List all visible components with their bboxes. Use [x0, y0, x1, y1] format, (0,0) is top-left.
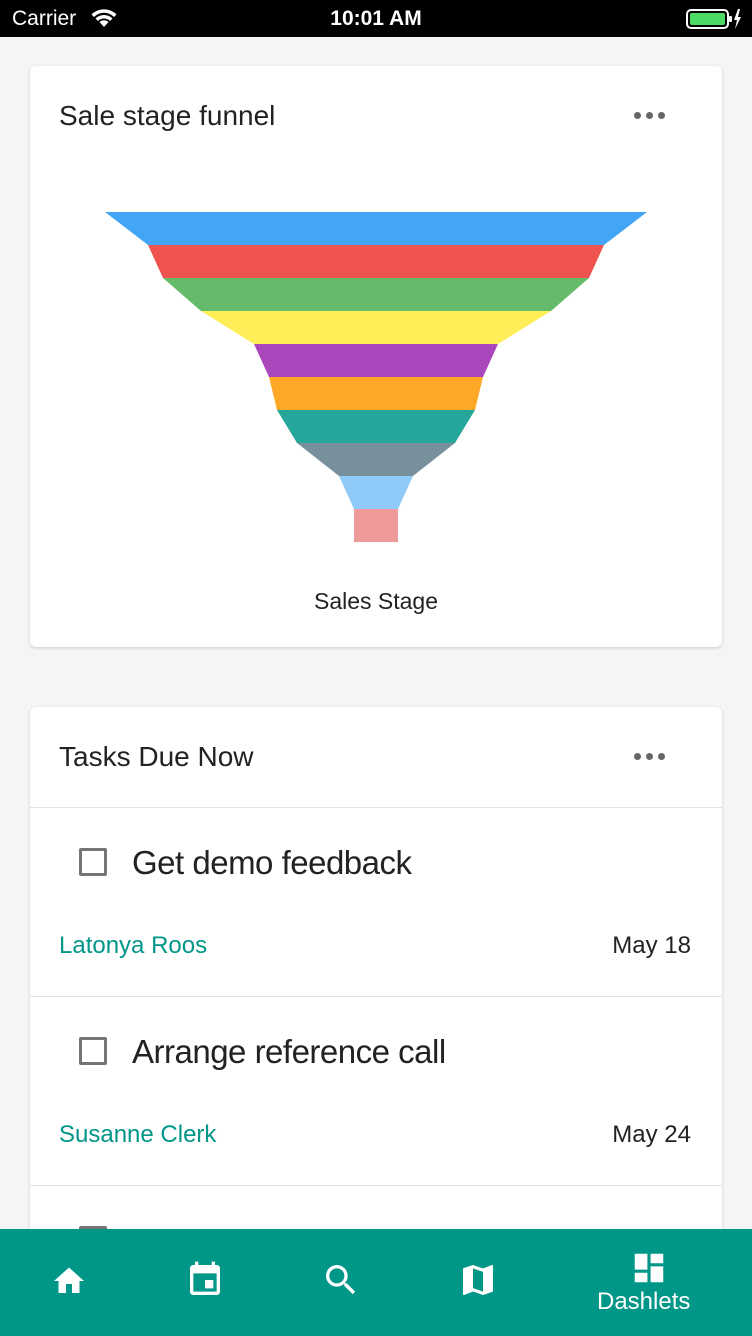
tasks-card-title: Tasks Due Now [59, 741, 254, 772]
funnel-stage[interactable] [201, 311, 551, 344]
funnel-stage[interactable] [254, 344, 498, 377]
task-item[interactable]: Arrange reference call Susanne Clerk May… [30, 997, 722, 1185]
task-date: May 18 [612, 932, 691, 959]
home-icon [54, 1267, 84, 1293]
funnel-x-label: Sales Stage [313, 588, 439, 614]
clock: 10:01 AM [330, 7, 422, 30]
search-icon [326, 1265, 356, 1295]
bottom-navigation: Dashlets [0, 1229, 752, 1336]
funnel-chart [105, 212, 647, 542]
status-bar: Carrier 10:01 AM [0, 0, 752, 37]
task-name: Arrange reference call [132, 1033, 446, 1070]
tasks-card: Tasks Due Now Get demo feedback Latonya … [30, 707, 722, 1267]
calendar-icon [190, 1261, 220, 1295]
funnel-stage[interactable] [277, 410, 475, 443]
funnel-card: Sale stage funnel Sales Stage [30, 66, 722, 647]
map-icon [463, 1265, 493, 1295]
task-item[interactable]: Get demo feedback Latonya Roos May 18 [30, 808, 722, 996]
task-assignee[interactable]: Latonya Roos [59, 932, 207, 960]
nav-map[interactable] [438, 1229, 518, 1336]
funnel-stage[interactable] [148, 245, 604, 278]
task-checkbox[interactable] [79, 1037, 107, 1065]
funnel-stage[interactable] [339, 476, 413, 509]
nav-dashlets[interactable]: Dashlets [590, 1229, 710, 1336]
funnel-stage[interactable] [163, 278, 589, 311]
nav-home[interactable] [30, 1229, 110, 1336]
dashboard-icon [634, 1253, 664, 1283]
nav-dashlets-label: Dashlets [597, 1288, 691, 1315]
funnel-stage[interactable] [105, 212, 647, 245]
task-name: Get demo feedback [132, 844, 412, 881]
nav-search[interactable] [301, 1229, 381, 1336]
funnel-stage[interactable] [269, 377, 483, 410]
funnel-stage[interactable] [354, 509, 398, 542]
task-assignee[interactable]: Susanne Clerk [59, 1121, 216, 1149]
task-checkbox[interactable] [79, 848, 107, 876]
task-date: May 24 [612, 1121, 691, 1148]
nav-calendar[interactable] [165, 1229, 245, 1336]
battery-icon [686, 8, 742, 35]
funnel-stage[interactable] [297, 443, 455, 476]
more-horizontal-icon[interactable] [634, 753, 666, 761]
